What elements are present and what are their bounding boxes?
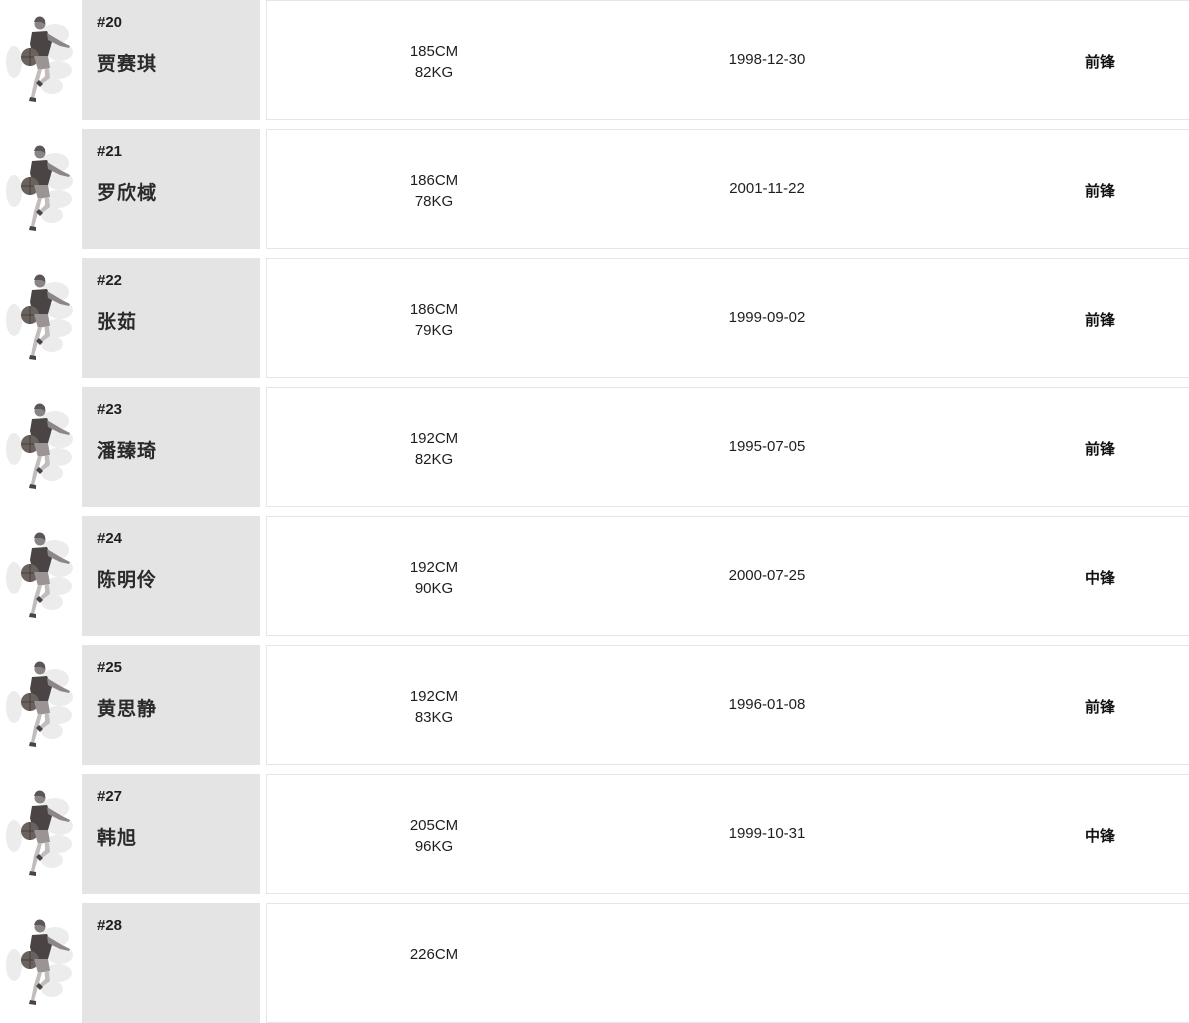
info-card: 185CM 82KG 1998-12-30 前锋 [266, 0, 1189, 120]
name-card: #22 张茹 [82, 258, 260, 378]
player-position: 中锋 [1084, 570, 1115, 587]
player-silhouette-icon [0, 399, 78, 495]
jersey-number: #23 [97, 401, 123, 418]
player-silhouette-icon [0, 915, 78, 1011]
body-stats: 192CM 83KG [384, 686, 484, 728]
player-name: 贾赛琪 [97, 54, 158, 75]
player-birthdate: 2001-11-22 [729, 180, 805, 197]
player-name: 潘臻琦 [97, 441, 158, 462]
player-height: 205CM [409, 817, 459, 834]
player-weight: 78KG [414, 193, 454, 210]
jersey-number: #25 [97, 659, 123, 676]
player-silhouette-icon [0, 528, 78, 624]
name-card: #20 贾赛琪 [82, 0, 260, 120]
player-silhouette-icon [0, 786, 78, 882]
name-card: #27 韩旭 [82, 774, 260, 894]
player-silhouette-icon [0, 141, 78, 237]
player-birthdate: 2000-07-25 [728, 567, 806, 584]
name-card: #21 罗欣棫 [82, 129, 260, 249]
player-name: 黄思静 [97, 699, 158, 720]
player-birthdate: 1999-10-31 [728, 825, 806, 842]
player-height: 186CM [409, 301, 459, 318]
player-weight: 82KG [414, 64, 454, 81]
jersey-number: #20 [97, 14, 123, 31]
player-height: 186CM [409, 172, 459, 189]
jersey-number: #27 [97, 788, 123, 805]
player-row[interactable]: #27 韩旭 205CM 96KG 1999-10-31 中锋 [0, 774, 1189, 894]
player-silhouette-icon [0, 270, 78, 366]
player-position: 前锋 [1084, 312, 1115, 329]
player-silhouette-icon [0, 12, 78, 108]
player-position: 前锋 [1084, 699, 1115, 716]
player-weight: 90KG [414, 580, 454, 597]
player-row[interactable]: #24 陈明伶 192CM 90KG 2000-07-25 中锋 [0, 516, 1189, 636]
jersey-number: #22 [97, 272, 123, 289]
player-height: 192CM [409, 688, 459, 705]
player-weight: 79KG [414, 322, 454, 339]
jersey-number: #28 [97, 917, 123, 934]
player-name: 罗欣棫 [97, 183, 158, 204]
body-stats: 186CM 78KG [384, 170, 484, 212]
player-row[interactable]: #22 张茹 186CM 79KG 1999-09-02 前锋 [0, 258, 1189, 378]
body-stats: 226CM [384, 944, 484, 965]
player-weight: 82KG [414, 451, 454, 468]
player-row[interactable]: #21 罗欣棫 186CM 78KG 2001-11-22 前锋 [0, 129, 1189, 249]
body-stats: 192CM 82KG [384, 428, 484, 470]
body-stats: 192CM 90KG [384, 557, 484, 599]
player-position: 前锋 [1084, 183, 1115, 200]
player-row[interactable]: #25 黄思静 192CM 83KG 1996-01-08 前锋 [0, 645, 1189, 765]
body-stats: 205CM 96KG [384, 815, 484, 857]
player-name: 陈明伶 [97, 570, 158, 591]
info-card: 192CM 83KG 1996-01-08 前锋 [266, 645, 1189, 765]
name-card: #28 [82, 903, 260, 1023]
player-name: 张茹 [97, 312, 138, 333]
info-card: 205CM 96KG 1999-10-31 中锋 [266, 774, 1189, 894]
info-card: 192CM 82KG 1995-07-05 前锋 [266, 387, 1189, 507]
player-weight: 96KG [414, 838, 454, 855]
player-height: 185CM [409, 43, 459, 60]
player-row[interactable]: #20 贾赛琪 185CM 82KG 1998-12-30 前锋 [0, 0, 1189, 120]
player-row[interactable]: #28 226CM [0, 903, 1189, 1023]
info-card: 192CM 90KG 2000-07-25 中锋 [266, 516, 1189, 636]
player-row[interactable]: #23 潘臻琦 192CM 82KG 1995-07-05 前锋 [0, 387, 1189, 507]
info-card: 226CM [266, 903, 1189, 1023]
player-birthdate: 1998-12-30 [728, 51, 806, 68]
player-birthdate: 1996-01-08 [728, 696, 806, 713]
player-birthdate: 1995-07-05 [728, 438, 806, 455]
player-position: 前锋 [1084, 441, 1115, 458]
info-card: 186CM 79KG 1999-09-02 前锋 [266, 258, 1189, 378]
info-card: 186CM 78KG 2001-11-22 前锋 [266, 129, 1189, 249]
player-position: 中锋 [1084, 828, 1115, 845]
name-card: #23 潘臻琦 [82, 387, 260, 507]
jersey-number: #21 [97, 143, 123, 160]
name-card: #25 黄思静 [82, 645, 260, 765]
player-weight: 83KG [414, 709, 454, 726]
player-silhouette-icon [0, 657, 78, 753]
player-name: 韩旭 [97, 828, 138, 849]
player-height: 192CM [409, 559, 459, 576]
body-stats: 185CM 82KG [384, 41, 484, 83]
player-position: 前锋 [1084, 54, 1115, 71]
name-card: #24 陈明伶 [82, 516, 260, 636]
body-stats: 186CM 79KG [384, 299, 484, 341]
player-height: 226CM [409, 946, 459, 963]
player-birthdate: 1999-09-02 [728, 309, 806, 326]
player-height: 192CM [409, 430, 459, 447]
jersey-number: #24 [97, 530, 123, 547]
